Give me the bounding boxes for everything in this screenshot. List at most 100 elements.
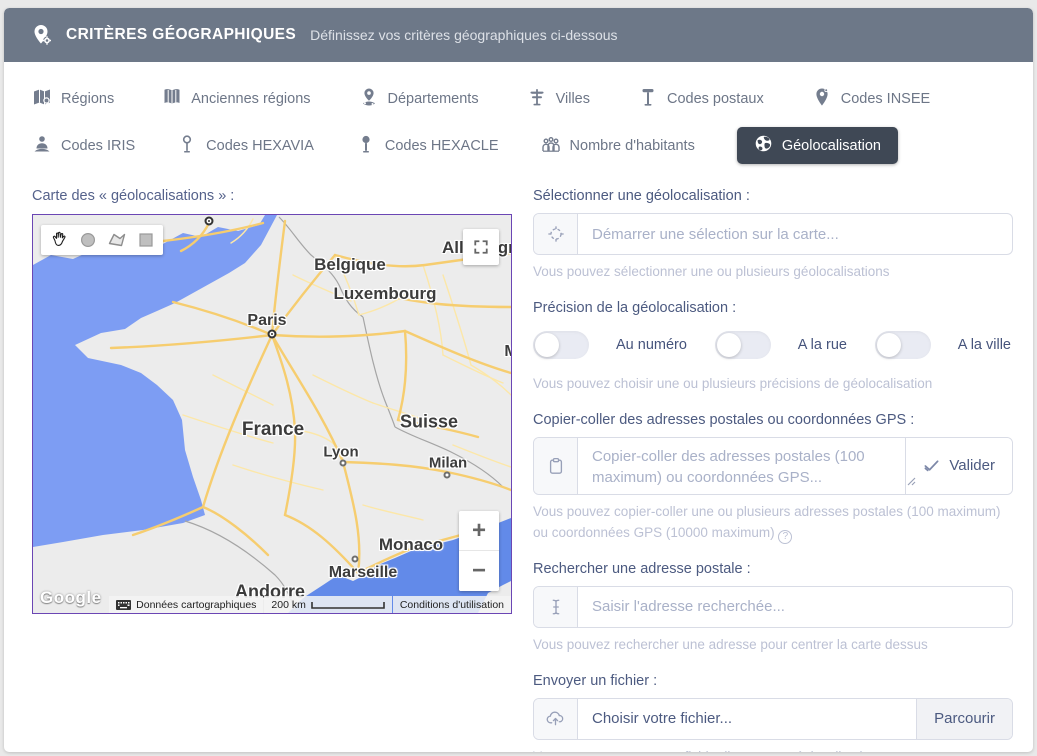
toggle-a-la-rue[interactable] — [715, 331, 771, 359]
upload-helper: Vous pouvez envoyer un fichier listant v… — [533, 747, 1013, 752]
toggle-knob — [717, 333, 741, 357]
map-column: Carte des « géolocalisations » : — [32, 188, 512, 752]
browse-button[interactable]: Parcourir — [916, 699, 1012, 739]
person-pin-icon — [32, 134, 52, 158]
tab-codes-insee[interactable]: Codes INSEE — [812, 84, 930, 114]
panel-title: CRITÈRES GÉOGRAPHIQUES — [66, 26, 296, 44]
toggle-label: A la ville — [958, 337, 1011, 353]
precision-helper: Vous pouvez choisir une ou plusieurs pré… — [533, 374, 1013, 395]
hand-icon — [49, 230, 69, 250]
panel-content: Régions Anciennes régions Départements V… — [4, 62, 1033, 752]
check-icon — [923, 457, 940, 474]
tab-row-2: Codes IRIS Codes HEXAVIA Codes HEXACLE N… — [32, 127, 1005, 164]
street-lamp-filled-icon — [356, 134, 376, 158]
google-logo[interactable]: Google — [40, 588, 102, 608]
keyboard-icon — [116, 600, 131, 610]
search-helper: Vous pouvez rechercher une adresse pour … — [533, 635, 1013, 656]
select-geo-input[interactable] — [578, 214, 1012, 254]
tab-label: Nombre d'habitants — [570, 138, 695, 154]
criteria-panel: CRITÈRES GÉOGRAPHIQUES Définissez vos cr… — [4, 8, 1033, 752]
panel-subtitle: Définissez vos critères géographiques ci… — [310, 27, 617, 43]
map-data-attribution[interactable]: Données cartographiques — [109, 596, 263, 613]
section-precision: Précision de la géolocalisation : Au num… — [533, 300, 1013, 395]
toggle-a-la-ville[interactable] — [875, 331, 931, 359]
select-geo-group — [533, 213, 1013, 255]
milestone-icon — [638, 87, 658, 111]
circle-tool-icon — [78, 230, 98, 250]
geolocation-map[interactable]: BelgiqueLuxembourgAllemagneParisFranceSu… — [32, 214, 512, 614]
tab-codes-iris[interactable]: Codes IRIS — [32, 131, 135, 161]
pin-icon — [812, 87, 832, 111]
tab-villes[interactable]: Villes — [527, 84, 590, 114]
tab-label: Villes — [556, 91, 590, 107]
tab-row-1: Régions Anciennes régions Départements V… — [32, 84, 1005, 114]
precision-option-a-la-ville: A la ville — [875, 331, 1011, 359]
map-draw-toolbar — [41, 225, 163, 255]
search-label: Rechercher une adresse postale : — [533, 561, 1013, 577]
folded-map-icon — [162, 87, 182, 111]
paste-group: Valider — [533, 437, 1013, 495]
upload-label: Envoyer un fichier : — [533, 673, 1013, 689]
map-canvas[interactable] — [33, 215, 511, 613]
text-cursor-icon — [534, 587, 578, 627]
search-address-input[interactable] — [578, 587, 1012, 627]
clipboard-icon — [534, 438, 578, 494]
cloud-upload-icon — [534, 699, 578, 739]
form-column: Sélectionner une géolocalisation : Vous … — [533, 188, 1013, 752]
section-search-address: Rechercher une adresse postale : Vous po… — [533, 561, 1013, 656]
tab-label: Codes postaux — [667, 91, 764, 107]
draw-circle-tool[interactable] — [73, 226, 102, 254]
scale-bar — [311, 601, 385, 609]
polygon-tool-icon — [107, 230, 127, 250]
tab-nombre-habitants[interactable]: Nombre d'habitants — [541, 131, 695, 161]
tab-label: Codes INSEE — [841, 91, 930, 107]
map-terms-link[interactable]: Conditions d'utilisation — [393, 596, 511, 613]
tab-label: Codes HEXAVIA — [206, 138, 314, 154]
help-icon[interactable]: ? — [778, 530, 792, 544]
tab-anciennes-regions[interactable]: Anciennes régions — [162, 84, 310, 114]
tab-label: Départements — [388, 91, 479, 107]
toggle-knob — [877, 333, 901, 357]
zoom-out-button[interactable]: − — [459, 551, 499, 591]
main-area: Carte des « géolocalisations » : — [32, 188, 1005, 752]
tab-regions[interactable]: Régions — [32, 84, 114, 114]
precision-option-au-numero: Au numéro — [533, 331, 687, 359]
tab-codes-hexacle[interactable]: Codes HEXACLE — [356, 131, 499, 161]
precision-option-a-la-rue: A la rue — [715, 331, 847, 359]
globe-icon — [754, 134, 773, 157]
map-attribution: Données cartographiques 200 km Condition… — [109, 596, 511, 613]
tab-label: Régions — [61, 91, 114, 107]
tab-codes-postaux[interactable]: Codes postaux — [638, 84, 764, 114]
street-lamp-icon — [177, 134, 197, 158]
page: CRITÈRES GÉOGRAPHIQUES Définissez vos cr… — [0, 0, 1037, 756]
tab-geolocalisation[interactable]: Géolocalisation — [737, 127, 898, 164]
upload-group: Parcourir — [533, 698, 1013, 740]
people-icon — [541, 134, 561, 158]
map-zoom-panel: + − — [459, 511, 499, 591]
tab-departements[interactable]: Départements — [359, 84, 479, 114]
tab-label: Géolocalisation — [782, 138, 881, 154]
validate-button[interactable]: Valider — [905, 438, 1012, 494]
draw-rectangle-tool[interactable] — [131, 226, 160, 254]
toggle-label: A la rue — [798, 337, 847, 353]
paste-helper: Vous pouvez copier-coller une ou plusieu… — [533, 502, 1013, 544]
pan-hand-tool[interactable] — [44, 226, 73, 254]
map-pin-cluster-icon — [359, 87, 379, 111]
tab-codes-hexavia[interactable]: Codes HEXAVIA — [177, 131, 314, 161]
map-fullscreen-button[interactable] — [463, 229, 499, 265]
panel-header: CRITÈRES GÉOGRAPHIQUES Définissez vos cr… — [4, 8, 1033, 62]
map-pin-gear-icon — [30, 23, 54, 47]
zoom-in-button[interactable]: + — [459, 511, 499, 551]
section-upload-file: Envoyer un fichier : Parcourir Vous pou — [533, 673, 1013, 752]
map-scale: 200 km — [264, 596, 391, 613]
paste-addresses-textarea[interactable] — [578, 438, 905, 494]
precision-toggles: Au numéro A la rue A la ville — [533, 331, 1011, 359]
tab-label: Codes IRIS — [61, 138, 135, 154]
tab-label: Codes HEXACLE — [385, 138, 499, 154]
rectangle-tool-icon — [136, 230, 156, 250]
toggle-au-numero[interactable] — [533, 331, 589, 359]
select-geo-label: Sélectionner une géolocalisation : — [533, 188, 1013, 204]
upload-file-field[interactable] — [578, 699, 916, 739]
paste-label: Copier-coller des adresses postales ou c… — [533, 412, 1013, 428]
draw-polygon-tool[interactable] — [102, 226, 131, 254]
